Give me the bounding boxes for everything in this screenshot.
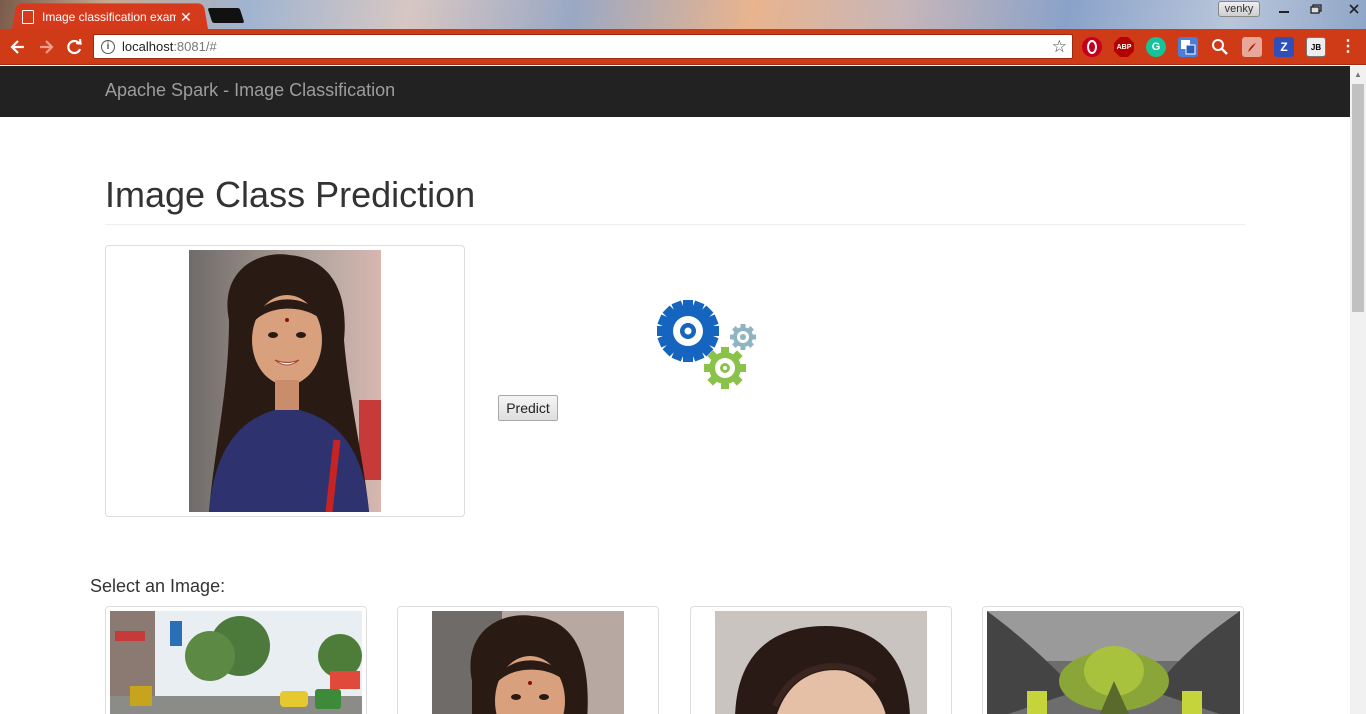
page-viewport: Apache Spark - Image Classification Imag… — [0, 66, 1350, 714]
close-window-icon[interactable] — [1332, 0, 1366, 18]
browser-toolbar: i localhost:8081/# ☆ ABP G Z JB ⋮ — [0, 29, 1366, 65]
restore-icon[interactable] — [1300, 0, 1332, 18]
opera-icon[interactable] — [1082, 37, 1102, 57]
navbar-brand[interactable]: Apache Spark - Image Classification — [105, 80, 395, 101]
jb-icon[interactable]: JB — [1306, 37, 1326, 57]
gallery-thumbnail[interactable] — [982, 606, 1244, 714]
pdf-icon[interactable] — [1242, 37, 1262, 57]
window-titlebar: Image classification exam ✕ venky — [0, 0, 1366, 30]
reload-icon[interactable] — [64, 37, 84, 57]
loading-gears-icon — [657, 300, 756, 389]
address-bar[interactable]: i localhost:8081/# ☆ — [93, 34, 1073, 59]
gallery-thumbnail[interactable] — [690, 606, 952, 714]
street-scene-image — [110, 611, 362, 714]
tab-title: Image classification exam — [42, 10, 176, 24]
page-title: Image Class Prediction — [105, 174, 476, 215]
forest-path-image — [987, 611, 1240, 714]
select-image-label: Select an Image: — [90, 576, 226, 596]
selected-image-thumbnail — [105, 245, 465, 517]
gallery-thumbnail[interactable] — [105, 606, 367, 714]
bookmark-star-icon[interactable]: ☆ — [1052, 37, 1067, 57]
profile-button[interactable]: venky — [1218, 1, 1260, 17]
gallery-thumbnail[interactable] — [397, 606, 659, 714]
url-text[interactable]: localhost:8081/# — [122, 39, 217, 54]
zotero-icon[interactable]: Z — [1274, 37, 1294, 57]
page-header: Image Class Prediction — [105, 174, 1245, 225]
translate-icon[interactable] — [1178, 37, 1198, 57]
minimize-icon[interactable] — [1268, 0, 1300, 18]
site-info-icon[interactable]: i — [101, 39, 115, 54]
zoom-icon[interactable] — [1210, 37, 1230, 57]
woman-portrait-image — [715, 611, 927, 714]
adblock-icon[interactable]: ABP — [1114, 37, 1134, 57]
forward-arrow-icon[interactable] — [36, 37, 56, 57]
portrait-thumbnail-image — [432, 611, 624, 714]
scroll-up-arrow-icon[interactable]: ▲ — [1350, 66, 1366, 83]
page-icon — [22, 10, 34, 24]
back-arrow-icon[interactable] — [8, 37, 28, 57]
chrome-menu-icon[interactable]: ⋮ — [1340, 37, 1356, 57]
browser-tab-content[interactable]: Image classification exam ✕ — [22, 5, 206, 29]
new-tab-button[interactable] — [207, 8, 245, 23]
scrollbar-thumb[interactable] — [1352, 84, 1364, 312]
page-scrollbar[interactable]: ▲ — [1350, 66, 1366, 714]
selected-portrait-image — [189, 250, 381, 512]
grammarly-icon[interactable]: G — [1146, 37, 1166, 57]
top-navbar: Apache Spark - Image Classification — [0, 66, 1350, 117]
close-tab-icon[interactable]: ✕ — [180, 10, 192, 24]
predict-button[interactable]: Predict — [498, 395, 558, 421]
